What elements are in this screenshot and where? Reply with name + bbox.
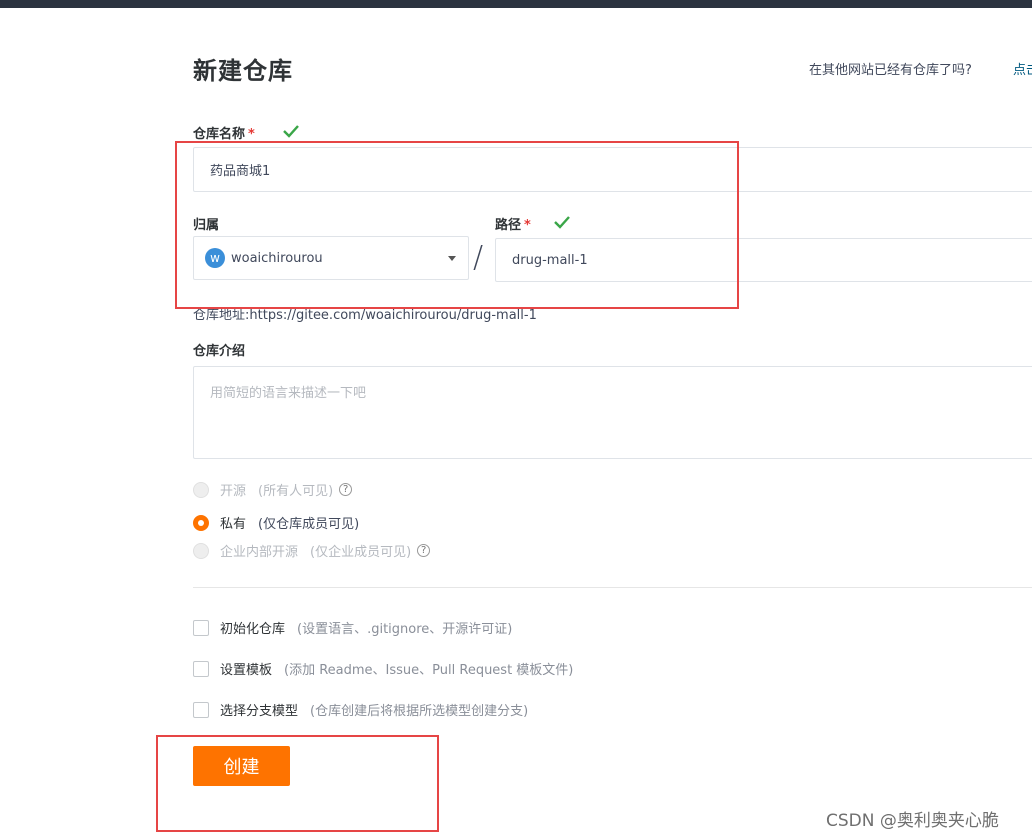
import-hint: 在其他网站已经有仓库了吗?: [809, 63, 972, 78]
help-icon[interactable]: ?: [339, 483, 353, 496]
checkbox[interactable]: [193, 619, 209, 636]
top-nav-bar: [0, 0, 1032, 8]
description-placeholder: 用简短的语言来描述一下吧: [210, 386, 367, 401]
help-icon[interactable]: ?: [417, 544, 431, 557]
page-title: 新建仓库: [193, 57, 293, 85]
checkbox[interactable]: [193, 701, 209, 718]
visibility-option-enterprise[interactable]: 企业内部开源 (仅企业成员可见) ?: [193, 541, 431, 560]
visibility-option-private[interactable]: 私有 (仅仓库成员可见): [193, 513, 359, 532]
repo-name-label: 仓库名称 *: [193, 127, 255, 142]
visibility-option-public[interactable]: 开源 (所有人可见) ?: [193, 480, 353, 499]
required-mark: *: [248, 127, 255, 142]
option-template[interactable]: 设置模板 (添加 Readme、Issue、Pull Request 模板文件): [193, 659, 573, 678]
import-link[interactable]: 点击: [1013, 59, 1032, 78]
description-textarea[interactable]: 用简短的语言来描述一下吧: [193, 366, 1032, 459]
divider: [193, 587, 1032, 588]
option-init-repo[interactable]: 初始化仓库 (设置语言、.gitignore、开源许可证): [193, 618, 512, 637]
radio-button-selected[interactable]: [193, 514, 209, 531]
radio-button[interactable]: [193, 481, 209, 498]
checkbox[interactable]: [193, 660, 209, 677]
option-branch-model[interactable]: 选择分支模型 (仓库创建后将根据所选模型创建分支): [193, 700, 528, 719]
annotation-box: [175, 141, 739, 309]
radio-button[interactable]: [193, 542, 209, 559]
description-label: 仓库介绍: [193, 344, 246, 359]
valid-check-icon: [283, 125, 299, 138]
annotation-box: [156, 735, 439, 832]
watermark: CSDN @奥利奥夹心脆: [826, 811, 999, 831]
